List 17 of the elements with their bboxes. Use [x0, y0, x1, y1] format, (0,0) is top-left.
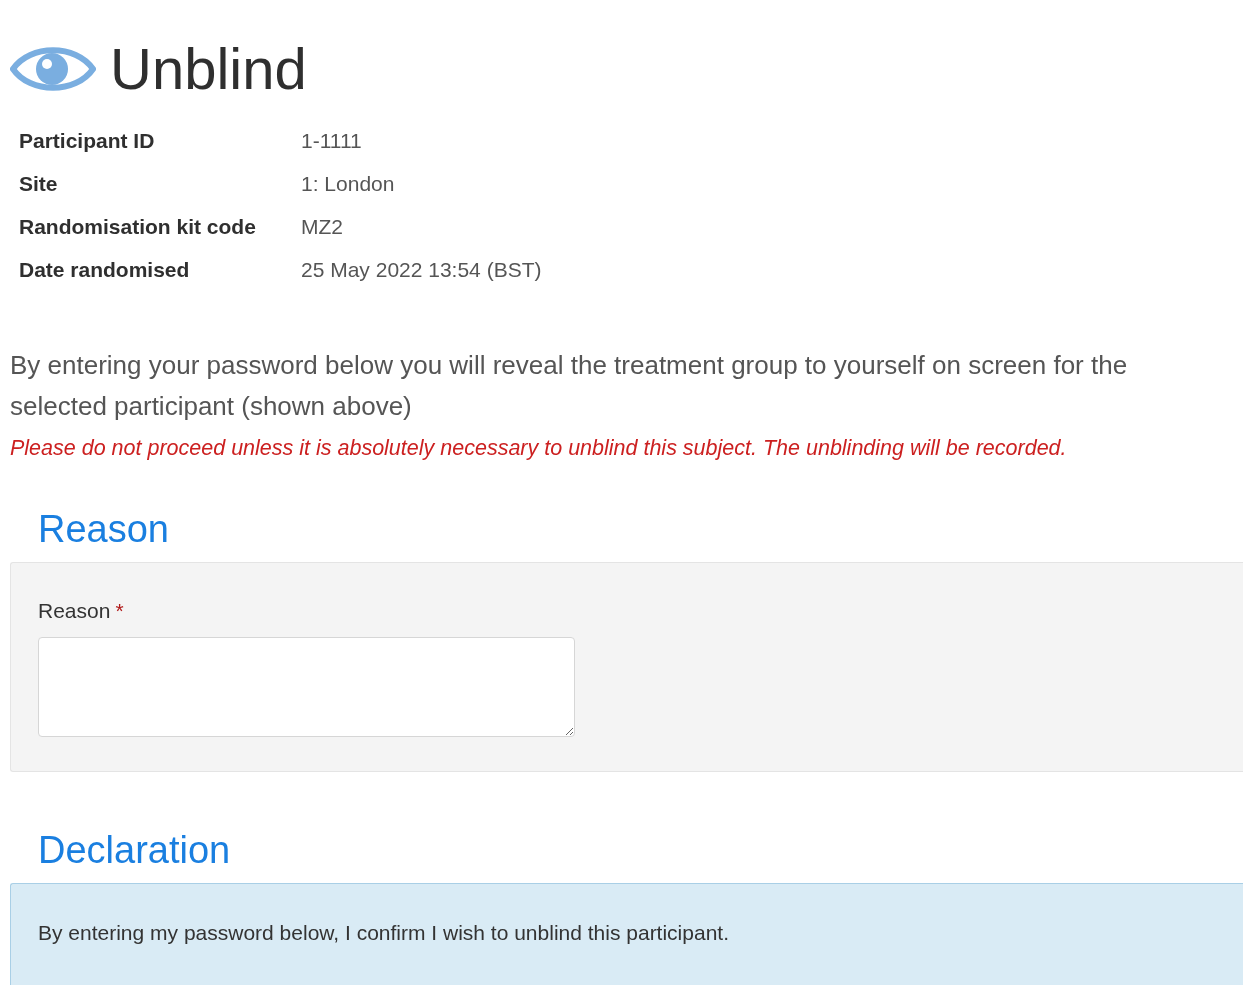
detail-value: 1-1111	[301, 128, 363, 154]
section-heading: Declaration	[38, 828, 232, 872]
detail-label: Date randomised	[19, 257, 191, 283]
declaration-text: By entering my password below, I confirm I wish to unblind this participant.	[38, 921, 729, 944]
section-heading: Reason	[38, 507, 170, 551]
intro-paragraph: By entering your password below you will reveal the treatment group to yourself on screen for the selected participant (shown above)	[10, 349, 1129, 423]
page-title: Unblind	[110, 40, 307, 98]
detail-value: MZ2	[301, 214, 344, 240]
warning-text: Please do not proceed unless it is absolutely necessary to unblind this subject. The unblinding will be recorded.	[10, 436, 1068, 461]
reason-field[interactable]	[38, 637, 575, 737]
detail-label: Site	[19, 171, 59, 197]
detail-label: Participant ID	[19, 128, 156, 154]
detail-value: 1: London	[301, 171, 396, 197]
field-label: Reason	[38, 599, 111, 623]
detail-value: 25 May 2022 13:54 (BST)	[301, 257, 543, 283]
detail-label: Randomisation kit code	[19, 214, 257, 240]
required-mark: *	[115, 599, 124, 623]
